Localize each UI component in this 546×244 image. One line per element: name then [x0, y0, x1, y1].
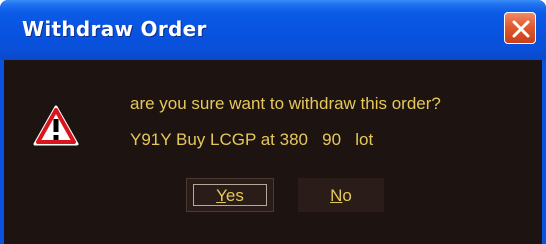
- dialog-title: Withdraw Order: [22, 17, 207, 41]
- order-details: Y91Y Buy LCGP at 380 90 lot: [130, 130, 374, 149]
- yes-button[interactable]: Yes: [186, 178, 274, 212]
- title-bar[interactable]: Withdraw Order: [0, 0, 546, 60]
- focus-rectangle: [193, 184, 267, 206]
- no-label-rest: o: [342, 186, 352, 205]
- confirm-message: are you sure want to withdraw this order…: [130, 94, 441, 113]
- close-button[interactable]: [504, 12, 536, 44]
- close-icon: [512, 20, 530, 38]
- no-mnemonic: N: [330, 186, 343, 205]
- warning-icon: [32, 104, 80, 148]
- dialog-body: are you sure want to withdraw this order…: [4, 60, 542, 244]
- no-button[interactable]: No: [298, 178, 384, 212]
- withdraw-order-dialog: Withdraw Order are you sure want to with…: [0, 0, 546, 244]
